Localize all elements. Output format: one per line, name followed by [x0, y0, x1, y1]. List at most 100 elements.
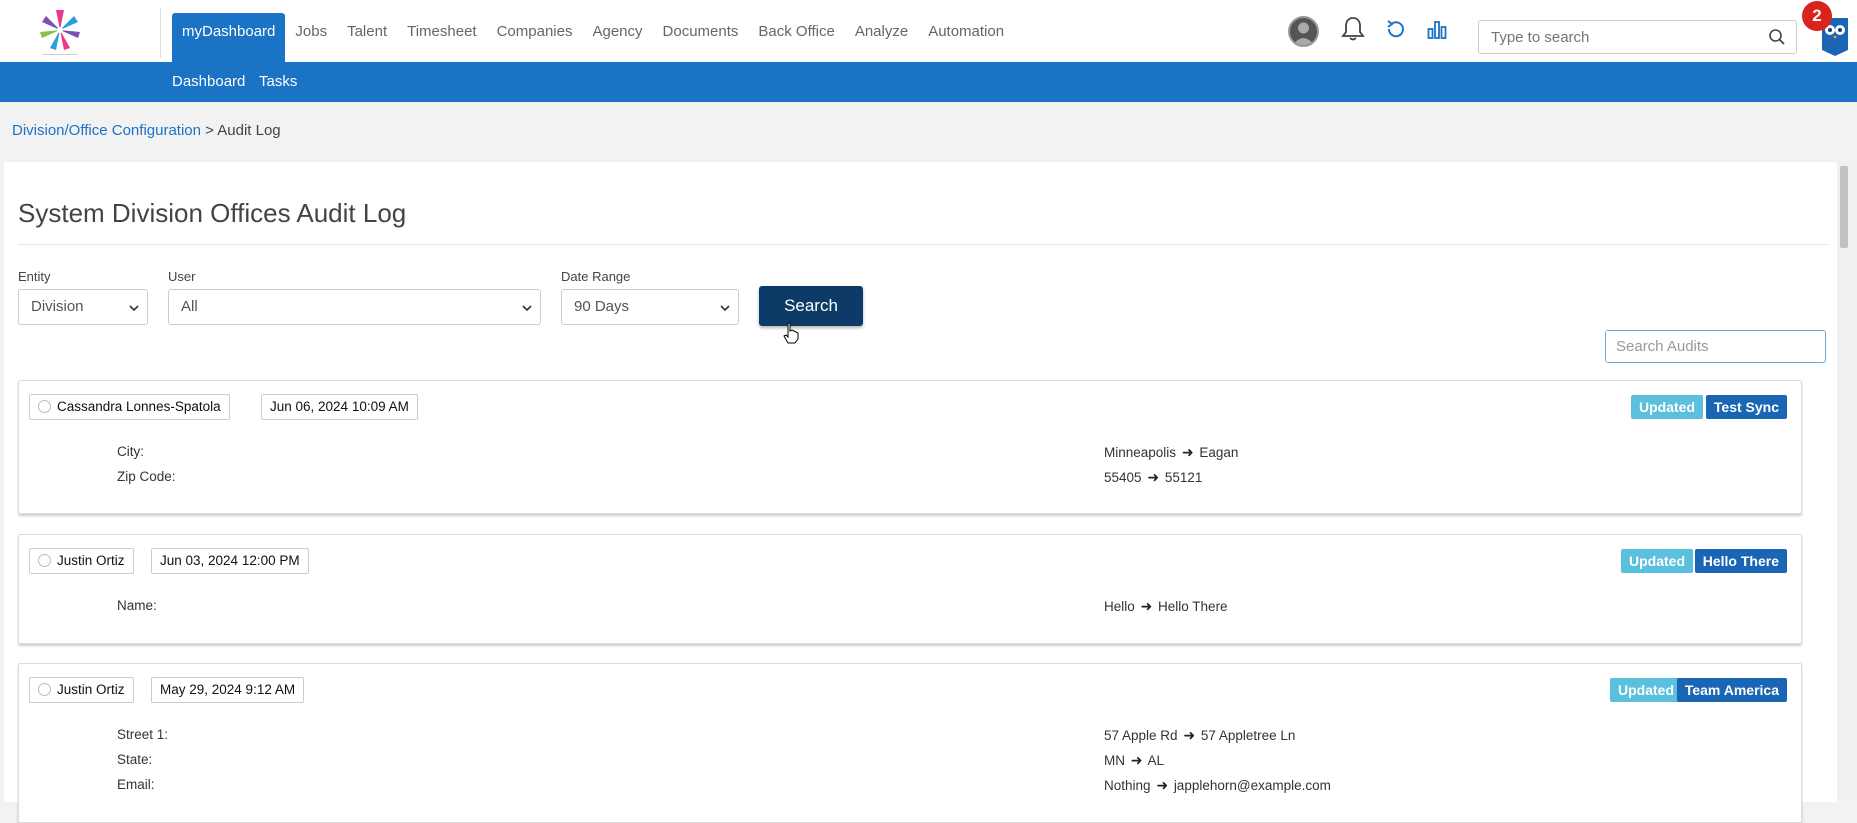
hand-cursor-icon [782, 322, 800, 349]
new-value: 55121 [1164, 470, 1203, 485]
arrow-right-icon: ➜ [1140, 598, 1153, 614]
company-logo[interactable] [34, 6, 86, 58]
arrow-right-icon: ➜ [1183, 727, 1196, 743]
nav-item-talent[interactable]: Talent [337, 13, 397, 62]
entity-label: Entity [18, 269, 51, 284]
old-value: 57 Apple Rd [1104, 728, 1178, 743]
chevron-down-icon [522, 305, 532, 312]
analytics-icon[interactable] [1427, 19, 1447, 44]
scrollbar-thumb[interactable] [1840, 166, 1848, 248]
search-icon[interactable] [1768, 28, 1786, 51]
breadcrumb-link-division-office-config[interactable]: Division/Office Configuration [12, 122, 201, 139]
new-value: AL [1147, 753, 1165, 768]
nav-item-analyze[interactable]: Analyze [845, 13, 918, 62]
header-icons [1288, 16, 1447, 47]
arrow-right-icon: ➜ [1181, 444, 1194, 460]
status-badge: Updated [1621, 549, 1693, 573]
change-field: Zip Code: [117, 469, 176, 484]
breadcrumb-current: Audit Log [217, 122, 281, 139]
nav-item-documents[interactable]: Documents [653, 13, 749, 62]
date-range-label: Date Range [561, 269, 631, 284]
old-value: Minneapolis [1104, 445, 1177, 460]
change-field: Name: [117, 598, 157, 613]
arrow-right-icon: ➜ [1130, 752, 1143, 768]
title-divider [18, 244, 1828, 245]
new-value: japplehorn@example.com [1173, 778, 1331, 793]
global-search [1478, 20, 1797, 54]
status-badge: Updated [1631, 395, 1703, 419]
nav-item-companies[interactable]: Companies [487, 13, 583, 62]
entity-select[interactable]: Division [18, 289, 148, 325]
entity-select-value: Division [31, 298, 84, 315]
nav-item-automation[interactable]: Automation [918, 13, 1014, 62]
main-nav: myDashboard Jobs Talent Timesheet Compan… [172, 13, 1014, 62]
audit-user-chip[interactable]: Cassandra Lonnes-Spatola [29, 394, 230, 420]
entity-name-badge: Team America [1676, 678, 1787, 702]
subnav-item-dashboard[interactable]: Dashboard [172, 62, 245, 102]
change-value: Hello ➜ Hello There [1104, 598, 1228, 615]
change-value: 57 Apple Rd ➜ 57 Appletree Ln [1104, 727, 1295, 744]
select-radio[interactable] [38, 683, 51, 696]
change-field: Email: [117, 777, 155, 792]
audit-date-chip: Jun 06, 2024 10:09 AM [261, 394, 418, 420]
user-select-value: All [181, 298, 198, 315]
change-field: Street 1: [117, 727, 169, 742]
search-button[interactable]: Search [759, 286, 863, 326]
nav-divider [160, 8, 161, 58]
change-value: 55405 ➜ 55121 [1104, 469, 1202, 486]
entity-name-badge: Hello There [1694, 549, 1787, 573]
audit-card: Cassandra Lonnes-Spatola Jun 06, 2024 10… [18, 380, 1802, 514]
audit-user: Justin Ortiz [57, 682, 125, 697]
nav-item-mydashboard[interactable]: myDashboard [172, 13, 286, 62]
bell-icon[interactable] [1341, 16, 1365, 47]
old-value: Nothing [1104, 778, 1151, 793]
top-navbar: myDashboard Jobs Talent Timesheet Compan… [0, 0, 1857, 62]
chevron-down-icon [129, 305, 139, 312]
arrow-right-icon: ➜ [1147, 469, 1160, 485]
page-title: System Division Offices Audit Log [18, 198, 407, 228]
old-value: Hello [1104, 599, 1135, 614]
audit-date-chip: Jun 03, 2024 12:00 PM [151, 548, 309, 574]
audit-card: Justin Ortiz May 29, 2024 9:12 AM Update… [18, 663, 1802, 823]
old-value: MN [1104, 753, 1125, 768]
audit-search [1605, 330, 1826, 363]
change-field: State: [117, 752, 153, 767]
audit-search-input[interactable] [1606, 331, 1806, 362]
user-avatar[interactable] [1288, 16, 1319, 47]
status-badge: Updated [1610, 678, 1682, 702]
change-value: Minneapolis ➜ Eagan [1104, 444, 1238, 461]
nav-item-jobs[interactable]: Jobs [285, 13, 337, 62]
breadcrumb-separator: > [205, 122, 214, 139]
user-label: User [168, 269, 196, 284]
arrow-right-icon: ➜ [1156, 777, 1169, 793]
change-value: MN ➜ AL [1104, 752, 1164, 769]
nav-item-back-office[interactable]: Back Office [748, 13, 844, 62]
notification-count-badge[interactable]: 2 [1802, 1, 1832, 31]
date-range-select[interactable]: 90 Days [561, 289, 739, 325]
audit-user-chip[interactable]: Justin Ortiz [29, 548, 134, 574]
new-value: 57 Appletree Ln [1200, 728, 1296, 743]
sub-nav: Dashboard Tasks [0, 62, 1857, 102]
audit-date-chip: May 29, 2024 9:12 AM [151, 677, 305, 703]
refresh-icon[interactable] [1385, 18, 1407, 45]
audit-user-chip[interactable]: Justin Ortiz [29, 677, 134, 703]
subnav-item-tasks[interactable]: Tasks [259, 62, 297, 102]
audit-user: Justin Ortiz [57, 553, 125, 568]
date-range-select-value: 90 Days [574, 298, 630, 315]
nav-item-timesheet[interactable]: Timesheet [397, 13, 486, 62]
global-search-input[interactable] [1479, 21, 1749, 53]
audit-log-panel: System Division Offices Audit Log Entity… [4, 162, 1837, 823]
new-value: Eagan [1199, 445, 1239, 460]
chevron-down-icon [720, 305, 730, 312]
change-field: City: [117, 444, 144, 459]
select-radio[interactable] [38, 554, 51, 567]
page-scrollbar[interactable] [1837, 162, 1857, 802]
audit-user: Cassandra Lonnes-Spatola [57, 399, 221, 414]
select-radio[interactable] [38, 400, 51, 413]
old-value: 55405 [1104, 470, 1142, 485]
change-value: Nothing ➜ japplehorn@example.com [1104, 777, 1331, 794]
breadcrumb: Division/Office Configuration > Audit Lo… [12, 122, 281, 139]
audit-card: Justin Ortiz Jun 03, 2024 12:00 PM Updat… [18, 534, 1802, 644]
user-select[interactable]: All [168, 289, 541, 325]
nav-item-agency[interactable]: Agency [582, 13, 652, 62]
